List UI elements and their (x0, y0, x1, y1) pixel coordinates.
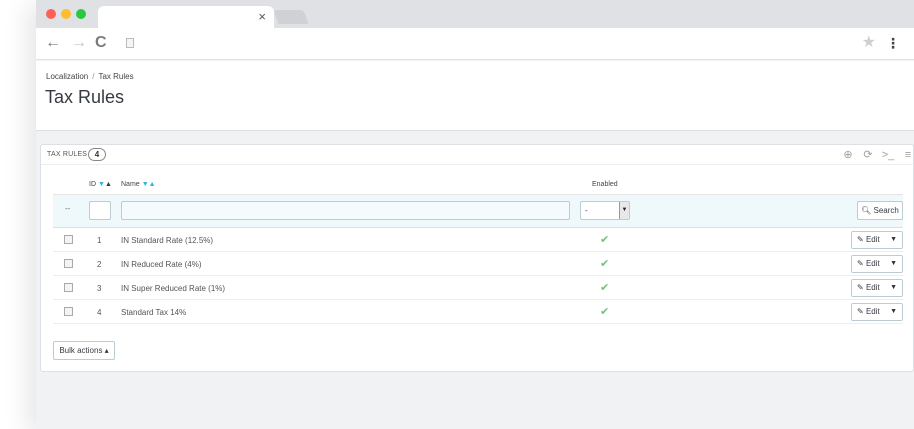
table-row[interactable]: 4 Standard Tax 14% ✔ ✎ Edit ▼ (53, 300, 903, 324)
new-tab-button[interactable] (273, 10, 309, 24)
row-id: 2 (97, 260, 102, 269)
edit-button[interactable]: ✎ Edit ▼ (851, 303, 903, 321)
enabled-check-icon[interactable]: ✔ (600, 281, 609, 294)
tax-rules-table: ID ▼▲ Name ▼▲ Enabled -- - ▼ 🔍︎ Search 1… (53, 175, 903, 324)
maximize-window-icon[interactable] (76, 9, 86, 19)
tab-close-icon[interactable]: × (258, 9, 266, 25)
filter-enabled-select[interactable]: - ▼ (580, 201, 630, 220)
edit-button-label: Edit (865, 283, 880, 292)
breadcrumb-current: Tax Rules (98, 72, 134, 81)
sql-query-icon[interactable]: >_ (881, 148, 895, 162)
select-arrow-icon: ▼ (619, 202, 629, 219)
page-title: Tax Rules (45, 87, 125, 107)
row-name[interactable]: IN Super Reduced Rate (1%) (121, 284, 225, 293)
filter-enabled-value: - (585, 206, 588, 215)
tab-bar: × (36, 0, 914, 28)
row-checkbox[interactable] (64, 307, 73, 316)
edit-button[interactable]: ✎ Edit ▼ (851, 279, 903, 297)
panel-heading: TAX RULES 4 ⊕ ⟳ >_ ≡ (41, 145, 914, 165)
table-row[interactable]: 2 IN Reduced Rate (4%) ✔ ✎ Edit ▼ (53, 252, 903, 276)
row-checkbox[interactable] (64, 259, 73, 268)
panel-title: TAX RULES (47, 151, 88, 158)
breadcrumb: Localization / Tax Rules (46, 72, 134, 81)
search-button[interactable]: 🔍︎ Search (857, 201, 903, 220)
refresh-icon[interactable]: ⟳ (861, 148, 875, 162)
pencil-icon: ✎ (857, 283, 864, 292)
forward-arrow-icon[interactable]: → (71, 34, 87, 52)
breadcrumb-parent[interactable]: Localization (46, 72, 88, 81)
add-icon[interactable]: ⊕ (841, 148, 855, 162)
pencil-icon: ✎ (857, 235, 864, 244)
minimize-window-icon[interactable] (61, 9, 71, 19)
address-bar[interactable] (121, 32, 891, 56)
row-id: 4 (97, 308, 102, 317)
edit-button-label: Edit (865, 259, 880, 268)
table-row[interactable]: 3 IN Super Reduced Rate (1%) ✔ ✎ Edit ▼ (53, 276, 903, 300)
reload-icon[interactable]: C (95, 34, 107, 52)
enabled-check-icon[interactable]: ✔ (600, 305, 609, 318)
bulk-actions-button[interactable]: Bulk actions ▴ (53, 341, 115, 360)
star-icon[interactable]: ★ (862, 34, 876, 52)
table-header: ID ▼▲ Name ▼▲ Enabled (53, 175, 903, 195)
search-icon: 🔍︎ (861, 206, 872, 215)
tax-rules-panel: TAX RULES 4 ⊕ ⟳ >_ ≡ ID ▼▲ Name ▼▲ Enabled… (40, 144, 914, 372)
column-header-name: Name ▼▲ (121, 181, 156, 188)
sort-icon[interactable]: ▼▲ (142, 181, 156, 188)
row-id: 3 (97, 284, 102, 293)
panel-tools: ⊕ ⟳ >_ ≡ (841, 148, 914, 162)
filter-dash: -- (65, 204, 71, 213)
pencil-icon: ✎ (857, 259, 864, 268)
count-badge: 4 (88, 148, 106, 161)
browser-window: × ← → C ★ ⋮ Localization / Tax Rules Tax R… (36, 0, 914, 429)
table-row[interactable]: 1 IN Standard Rate (12.5%) ✔ ✎ Edit ▼ (53, 228, 903, 252)
edit-button[interactable]: ✎ Edit ▼ (851, 231, 903, 249)
edit-button-label: Edit (865, 235, 880, 244)
browser-toolbar: ← → C ★ ⋮ (36, 28, 914, 60)
page-icon (126, 38, 134, 48)
row-id: 1 (97, 236, 102, 245)
caret-down-icon[interactable]: ▼ (890, 232, 897, 248)
row-checkbox[interactable] (64, 283, 73, 292)
menu-icon[interactable]: ⋮ (886, 35, 900, 51)
enabled-check-icon[interactable]: ✔ (600, 233, 609, 246)
browser-tab[interactable]: × (98, 6, 274, 28)
edit-button-label: Edit (865, 307, 880, 316)
search-button-label: Search (873, 206, 899, 215)
row-name[interactable]: IN Standard Rate (12.5%) (121, 236, 213, 245)
page-header: Localization / Tax Rules Tax Rules (36, 61, 914, 131)
row-name[interactable]: IN Reduced Rate (4%) (121, 260, 201, 269)
breadcrumb-separator: / (92, 72, 95, 81)
filter-name-input[interactable] (121, 201, 570, 220)
back-arrow-icon[interactable]: ← (45, 34, 61, 52)
filter-id-input[interactable] (89, 201, 111, 220)
pencil-icon: ✎ (857, 307, 864, 316)
enabled-check-icon[interactable]: ✔ (600, 257, 609, 270)
edit-button[interactable]: ✎ Edit ▼ (851, 255, 903, 273)
close-window-icon[interactable] (46, 9, 56, 19)
caret-down-icon[interactable]: ▼ (890, 304, 897, 320)
column-header-name-label: Name (121, 181, 140, 188)
column-header-id: ID ▼▲ (89, 181, 112, 188)
sort-icon[interactable]: ▼▲ (98, 181, 112, 188)
column-header-enabled: Enabled (592, 181, 618, 188)
filter-row: -- - ▼ 🔍︎ Search (53, 195, 903, 228)
caret-down-icon[interactable]: ▼ (890, 256, 897, 272)
row-checkbox[interactable] (64, 235, 73, 244)
column-header-id-label: ID (89, 181, 96, 188)
row-name[interactable]: Standard Tax 14% (121, 308, 186, 317)
caret-down-icon[interactable]: ▼ (890, 280, 897, 296)
database-icon[interactable]: ≡ (901, 148, 914, 162)
